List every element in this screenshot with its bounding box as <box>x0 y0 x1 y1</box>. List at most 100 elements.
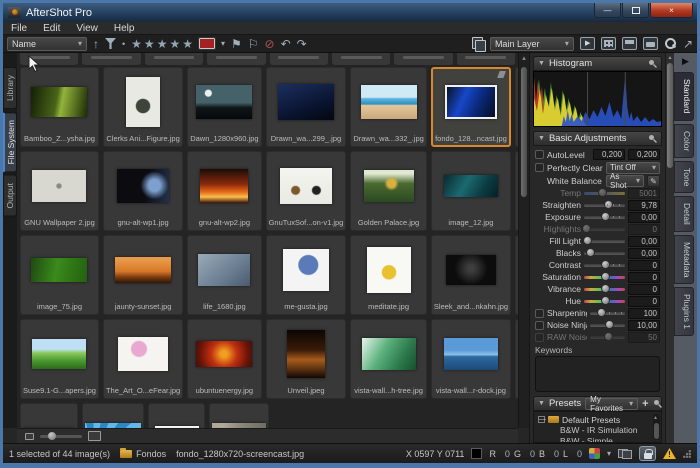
magnifier-icon[interactable] <box>664 37 677 50</box>
color-profile-icon[interactable] <box>589 448 600 459</box>
slider-thumb[interactable] <box>604 200 613 209</box>
thumbnail-cell[interactable]: Clerks Ani...Figure.jpg <box>103 67 183 147</box>
scrollbar-thumb[interactable] <box>667 63 673 168</box>
right-tab[interactable]: Color <box>674 124 694 158</box>
dual-monitor-icon[interactable] <box>618 449 632 459</box>
right-tab[interactable]: Tone <box>674 161 694 193</box>
thumbnail-image[interactable] <box>198 254 250 286</box>
right-tab[interactable]: Detail <box>674 196 694 232</box>
autolevel-low-value[interactable]: 0,200 <box>593 149 625 160</box>
flag-unpick-icon[interactable]: ⚐ <box>248 37 259 51</box>
thumbnail-cell[interactable]: Bamboo_Z...ysha.jpg <box>20 67 99 147</box>
thumbnail-cell[interactable]: Drawn_wa...299_.jpg <box>266 67 347 147</box>
slider-track[interactable] <box>584 192 625 195</box>
thumbnail-image[interactable] <box>361 85 417 119</box>
thumbnail-image[interactable] <box>32 339 86 369</box>
collapse-icon[interactable]: ▼ <box>538 400 545 407</box>
slider-track[interactable] <box>584 216 625 219</box>
slider-checkbox[interactable] <box>535 321 544 330</box>
thumbnail-cell[interactable]: image_12.jpg <box>431 151 511 231</box>
color-label-swatch[interactable] <box>199 38 215 49</box>
thumbnail-image[interactable] <box>280 168 332 204</box>
maximize-button[interactable] <box>622 3 649 18</box>
slider-track[interactable] <box>584 204 625 207</box>
thumbnail-image[interactable] <box>32 170 86 202</box>
menu-item[interactable]: File <box>11 23 27 34</box>
thumbnail-cell[interactable]: Dawn_1280x960.jpg <box>187 67 261 147</box>
thumbnail-image[interactable] <box>445 85 497 119</box>
thumbnail-cell[interactable]: gnu-alt-wp2.jpg <box>187 151 261 231</box>
pin-icon[interactable] <box>648 59 657 68</box>
presets-scrollbar[interactable] <box>653 414 660 440</box>
slideshow-icon[interactable] <box>580 37 595 50</box>
slider-track[interactable] <box>584 240 625 243</box>
slider-value[interactable]: 5001 <box>628 188 660 199</box>
thumbnail-image[interactable] <box>278 84 334 120</box>
current-folder[interactable]: Fondos <box>136 449 166 459</box>
thumbnail-cell[interactable]: gnu-alt-wp1.jpg <box>103 151 183 231</box>
reject-icon[interactable]: ⊘ <box>265 37 275 51</box>
slider-thumb[interactable] <box>601 296 610 305</box>
slider-thumb[interactable] <box>597 308 606 317</box>
slider-thumb[interactable] <box>48 432 56 440</box>
eyedropper-icon[interactable]: ✎ <box>647 175 660 187</box>
basic-adjustments-header[interactable]: ▼ Basic Adjustments <box>533 131 662 146</box>
thumbnail-image[interactable] <box>115 257 171 283</box>
thumbnail-image[interactable] <box>200 169 248 203</box>
thumbnail-cell[interactable]: GnuTuxSof...on-v1.jpg <box>266 151 347 231</box>
thumbnail-cell[interactable]: Sleek_and...nkahn.jpg <box>431 235 511 315</box>
thumbnail-image[interactable] <box>287 330 325 378</box>
thumbnail-image[interactable] <box>196 85 252 119</box>
autolevel-high-value[interactable]: 0,200 <box>628 149 660 160</box>
warning-icon[interactable] <box>663 448 676 459</box>
slider-track[interactable] <box>590 324 625 327</box>
small-thumbnails-icon[interactable] <box>25 433 34 440</box>
slider-thumb[interactable] <box>605 320 614 329</box>
menu-item[interactable]: Help <box>114 23 135 34</box>
scrollbar-thumb[interactable] <box>521 67 527 197</box>
slider-checkbox[interactable] <box>535 333 544 342</box>
slider-value[interactable]: 0 <box>628 260 660 271</box>
slider-thumb[interactable] <box>598 188 607 197</box>
star-icon[interactable]: ★ <box>169 37 180 51</box>
thumbnail-cell[interactable] <box>20 403 78 428</box>
thumbnail-image[interactable] <box>444 175 498 197</box>
slider-value[interactable]: 0 <box>628 272 660 283</box>
menu-item[interactable]: Edit <box>43 23 60 34</box>
panel-scrollbar[interactable]: ▴ <box>665 53 674 443</box>
large-thumbnails-icon[interactable] <box>88 431 101 441</box>
slider-value[interactable]: 0,00 <box>628 236 660 247</box>
slider-value[interactable]: 0 <box>628 284 660 295</box>
layer-select[interactable]: Main Layer▾ <box>490 37 574 51</box>
thumbnail-cell[interactable]: Drawn_wa...332_.jpg <box>350 67 426 147</box>
star-icon[interactable]: ★ <box>182 37 193 51</box>
resize-grip[interactable] <box>683 450 691 458</box>
full-view-icon[interactable] <box>643 37 658 50</box>
thumbnail-image[interactable] <box>31 258 87 282</box>
rotate-left-icon[interactable]: ↶ <box>281 37 291 51</box>
menu-item[interactable]: View <box>76 23 98 34</box>
panel-collapse-icon[interactable]: ▶ <box>674 55 697 69</box>
slider-track[interactable] <box>584 252 625 255</box>
slider-value[interactable]: 50 <box>628 332 660 343</box>
scroll-up-icon[interactable]: ▴ <box>666 54 674 61</box>
slider-track[interactable] <box>584 228 625 231</box>
star-icon[interactable]: ★ <box>131 37 142 51</box>
slider-thumb[interactable] <box>604 332 613 341</box>
thumbnail-cell[interactable] <box>209 403 269 428</box>
thumbnail-image[interactable] <box>446 255 496 285</box>
thumbnail-cell[interactable]: jaunty-sunset.jpg <box>103 235 183 315</box>
thumbnail-size-slider[interactable] <box>40 435 82 438</box>
slider-thumb[interactable] <box>601 260 610 269</box>
thumbnail-view-icon[interactable] <box>601 37 616 50</box>
collapse-icon[interactable]: ▼ <box>538 135 545 142</box>
thumbnail-cell[interactable]: fondo_128...ncast.jpg <box>431 67 511 147</box>
right-tab[interactable]: Standard <box>674 72 694 121</box>
presets-favorites-select[interactable]: My Favorites▾ <box>585 398 638 410</box>
left-tab[interactable]: Output <box>3 175 17 217</box>
thumbnail-image[interactable] <box>367 247 411 293</box>
slider-value[interactable]: 100 <box>628 308 660 319</box>
slider-track[interactable] <box>584 276 625 279</box>
thumbnail-cell[interactable]: meditate.jpg <box>350 235 426 315</box>
thumbnail-image[interactable] <box>31 87 87 117</box>
